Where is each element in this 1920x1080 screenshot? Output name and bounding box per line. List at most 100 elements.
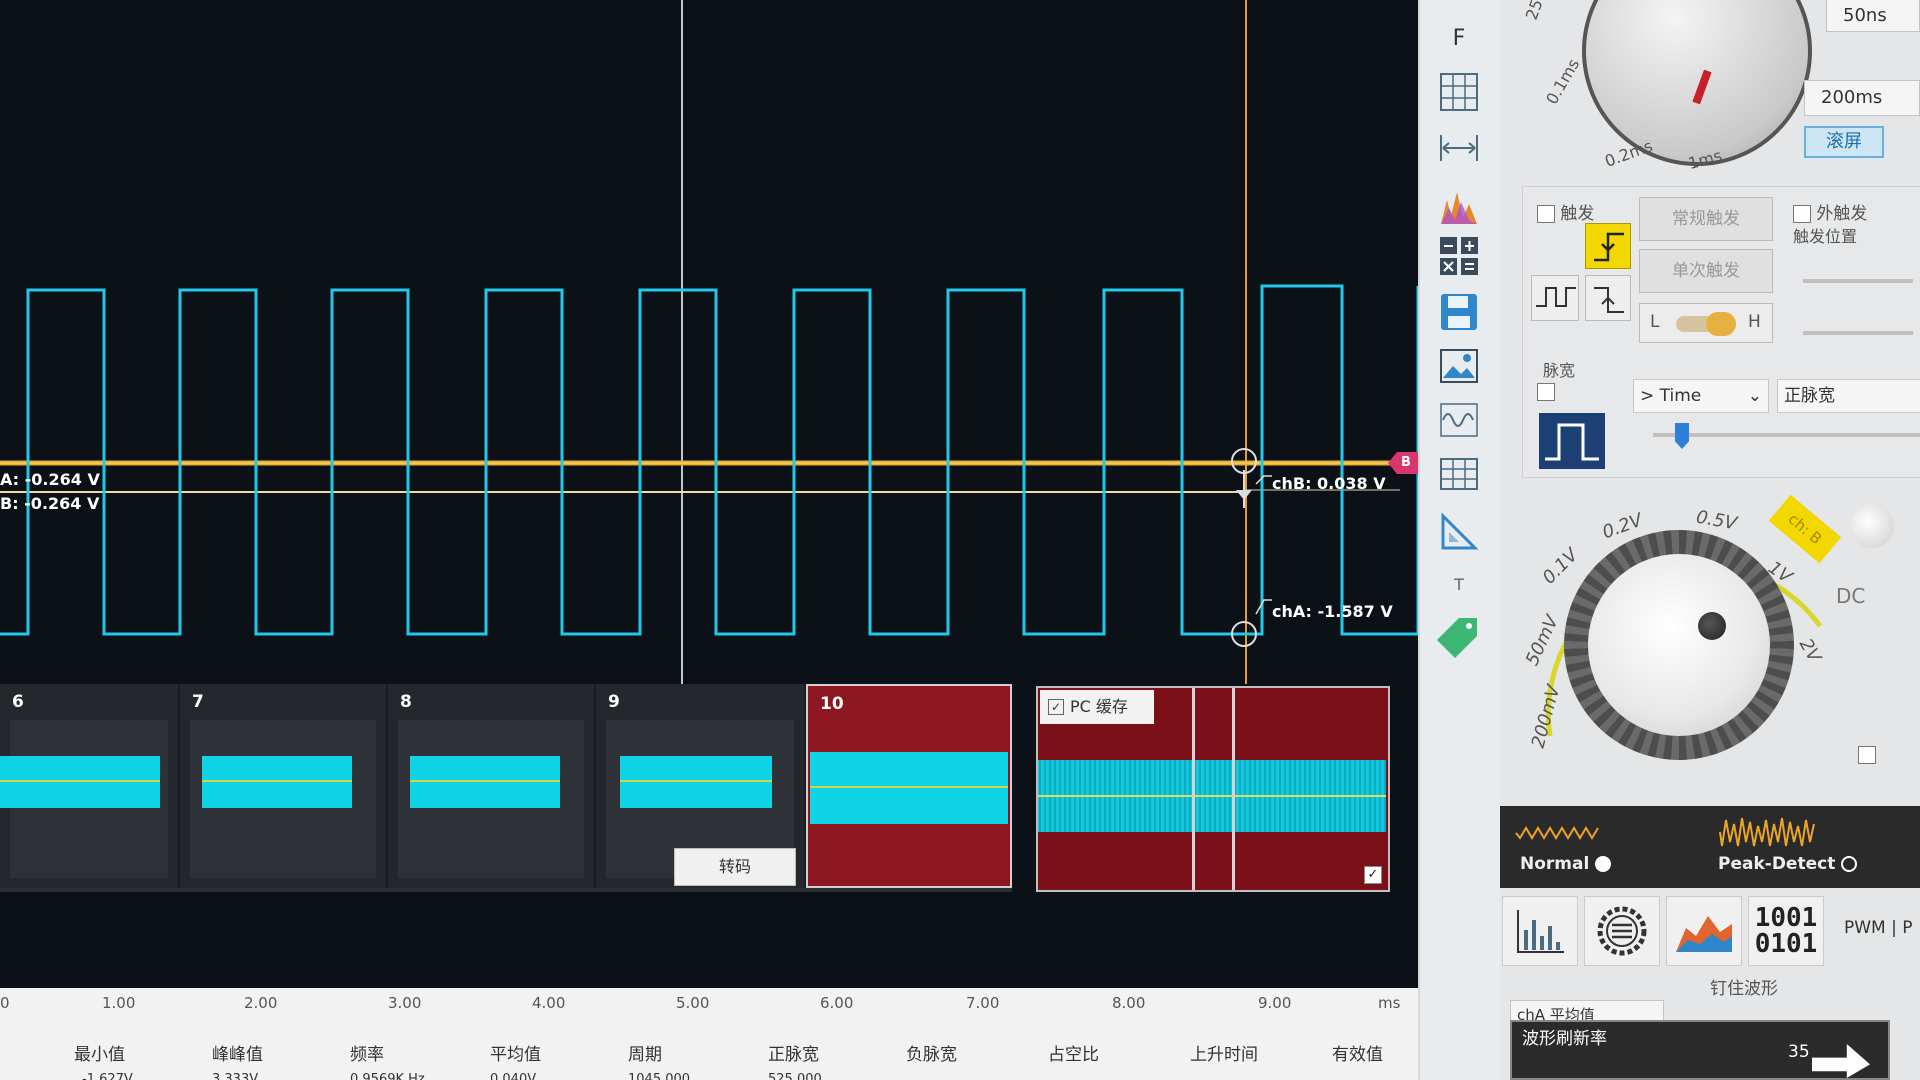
settings-icon[interactable] [1584,896,1660,966]
roll-button[interactable]: 滚屏 [1804,126,1884,158]
frame-waveform [202,756,352,808]
arrow-right-icon[interactable] [1812,1044,1870,1078]
measure-header[interactable]: 占空比 [1048,1040,1099,1065]
histogram-icon[interactable] [1502,896,1578,966]
low-label: L [1650,312,1660,332]
save-icon[interactable] [1434,290,1484,334]
frame-number: 6 [12,692,24,712]
trigger-section: 触发 常规触发 单次触发 外触发 触发位置 L H 脉宽 > Time ⌄ 正脉… [1522,186,1920,478]
pulse-condition-select[interactable]: > Time ⌄ [1633,379,1769,413]
timebase-knob[interactable] [1582,0,1812,166]
pc-cache-checkbox[interactable]: ✓ PC 缓存 [1040,690,1154,724]
measure-header[interactable]: 平均值 [490,1040,541,1065]
pwm-tab[interactable]: PWM | P [1844,918,1913,938]
trigger-level-slider[interactable] [1803,331,1913,335]
text-tool-button[interactable]: T [1434,562,1484,606]
record-length-field[interactable]: 200ms [1804,80,1920,116]
table-icon[interactable] [1434,452,1484,496]
grid-icon[interactable] [1434,70,1484,114]
pulse-width-slider[interactable] [1653,433,1920,437]
image-icon[interactable] [1434,344,1484,388]
axis-tick: 6.00 [820,994,854,1012]
both-edges-button[interactable] [1531,275,1579,321]
measure-value: 3.333V [212,1072,259,1080]
rising-edge-button[interactable] [1585,223,1631,269]
measure-header[interactable]: 周期 [628,1040,662,1065]
external-trigger-checkbox[interactable]: 外触发 [1793,199,1867,224]
chA-cursor-readout: chA: -1.587 V [1272,602,1393,621]
knob-indicator [1698,612,1726,640]
measure-header[interactable]: 有效值 [1332,1040,1383,1065]
history-frame-active[interactable]: 10 [806,684,1012,888]
corner-checkbox[interactable]: ✓ [1364,866,1382,884]
axis-tick: 3.00 [388,994,422,1012]
refresh-rate-panel: 波形刷新率 35 [1510,1020,1890,1080]
chevron-down-icon: ⌄ [1747,386,1762,406]
control-panel: 25 0.1ms 0.2ms 1ms 50ns 200ms 滚屏 触发 常规触发… [1500,0,1920,1080]
measure-header[interactable]: 峰峰值 [212,1040,263,1065]
history-frame[interactable]: 8 [388,684,596,888]
pulse-width-label: 脉宽 [1543,361,1576,380]
pulse-icon[interactable] [1539,413,1605,469]
peak-detect-option[interactable]: Peak-Detect [1718,854,1858,874]
spectrum-icon[interactable] [1434,184,1484,228]
waveform-canvas [0,0,1418,684]
coupling-label[interactable]: DC [1836,584,1865,608]
timebase-field[interactable]: 50ns [1826,0,1920,32]
measure-header[interactable]: 负脉宽 [906,1040,957,1065]
time-axis: 0 1.00 2.00 3.00 4.00 5.00 6.00 7.00 8.0… [0,988,1418,1080]
normal-mode-icon [1515,826,1599,840]
history-frame[interactable]: 7 [180,684,388,888]
normal-trigger-button[interactable]: 常规触发 [1639,197,1773,241]
trigger-position-slider[interactable] [1803,279,1913,283]
tag-icon[interactable] [1434,614,1484,658]
history-frame[interactable]: 6 [0,684,180,888]
pulse-type-select[interactable]: 正脉宽 [1777,379,1920,413]
decode-button[interactable]: 转码 [674,848,796,886]
frame-waveform [0,756,160,808]
trigger-position-label: 触发位置 [1793,227,1858,246]
dial-label: 25 [1521,0,1547,23]
pulse-slider-thumb[interactable] [1675,423,1689,449]
measure-header[interactable]: 频率 [350,1040,384,1065]
measure-header[interactable]: 最小值 [74,1040,125,1065]
falling-edge-button[interactable] [1585,275,1631,321]
frame-waveform [620,756,772,808]
f-button[interactable]: F [1434,16,1484,60]
dense-waveform [1038,760,1386,832]
waveform-icon[interactable] [1434,398,1484,442]
ruler-icon[interactable] [1434,510,1484,554]
radio-unselected-icon [1841,856,1858,872]
binary-decode-icon[interactable]: 1001 0101 [1748,896,1824,966]
channel-toggle[interactable] [1850,504,1894,548]
axis-tick: 9.00 [1258,994,1292,1012]
area-chart-icon[interactable] [1666,896,1742,966]
axis-tick: 4.00 [532,994,566,1012]
math-icon[interactable] [1434,234,1484,278]
pc-cache-label: PC 缓存 [1070,697,1128,716]
trigger-checkbox[interactable]: 触发 [1537,199,1594,224]
axis-tick: 5.00 [676,994,710,1012]
tool-sidebar: F T [1418,0,1500,1080]
scope-display[interactable]: A: -0.264 V B: -0.264 V chB: 0.038 V chA… [0,0,1418,988]
frame-number: 10 [820,694,844,714]
measure-header[interactable]: 上升时间 [1190,1040,1258,1065]
axis-unit: ms [1378,994,1401,1012]
trigger-label: 触发 [1560,204,1595,224]
single-trigger-button[interactable]: 单次触发 [1639,249,1773,293]
measure-value: 0.040V [490,1072,537,1080]
refresh-rate-label: 波形刷新率 [1522,1029,1607,1049]
pulse-width-checkbox[interactable] [1537,383,1555,401]
high-label: H [1748,312,1761,332]
frame-number: 9 [608,692,620,712]
measure-width-icon[interactable] [1434,126,1484,170]
option-checkbox[interactable] [1858,746,1876,764]
measure-header[interactable]: 正脉宽 [768,1040,819,1065]
frame-number: 8 [400,692,412,712]
level-toggle[interactable]: L H [1639,303,1773,343]
check-icon: ✓ [1048,698,1064,715]
normal-mode-option[interactable]: Normal [1520,854,1612,874]
pc-cache-panel[interactable]: ✓ PC 缓存 ✓ [1036,686,1390,892]
measure-value: 0.9569K Hz [350,1072,425,1080]
volts-div-knob[interactable] [1588,554,1770,736]
